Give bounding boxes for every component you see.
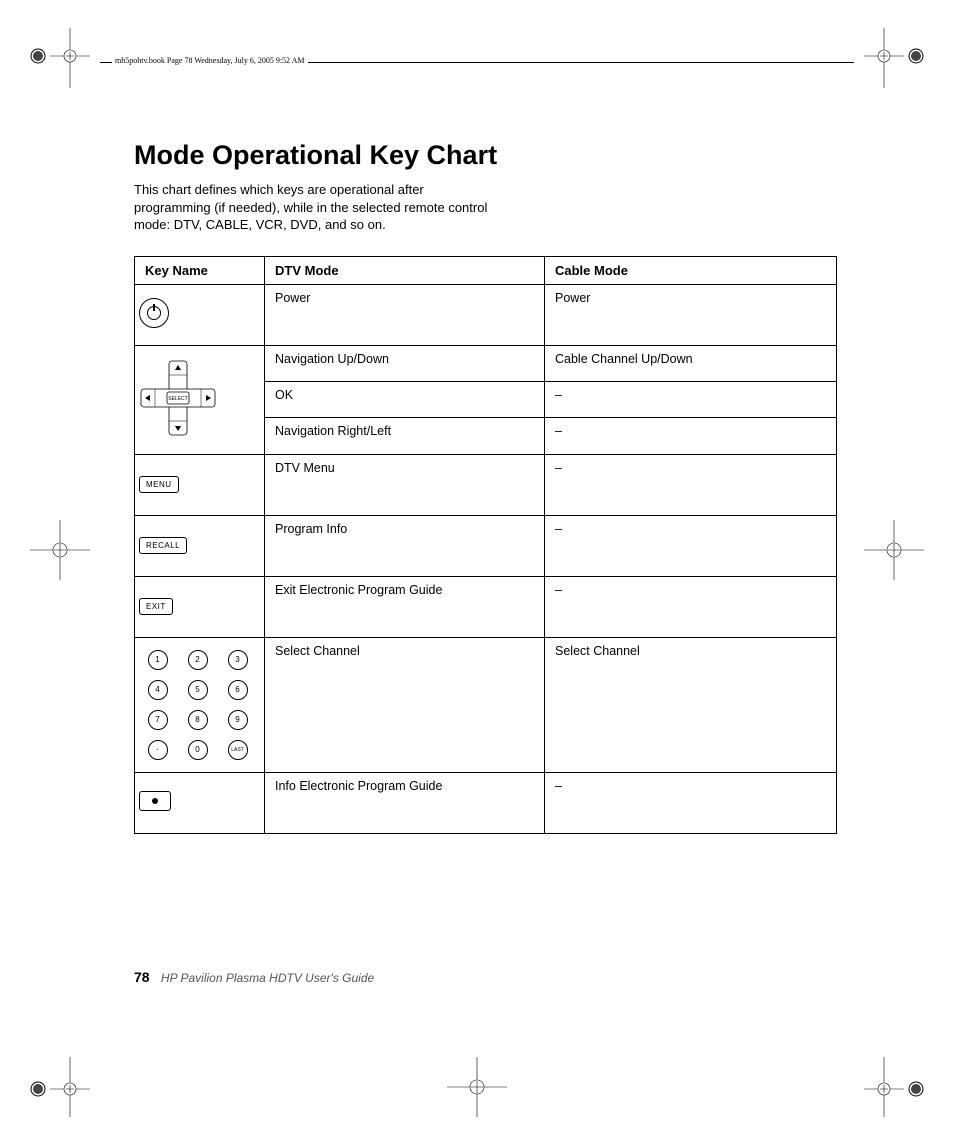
table-row: 1 2 3 4 5 6 7 8 9 · 0 LAST Select Channe… bbox=[135, 637, 837, 772]
cell-dtv: Select Channel bbox=[265, 637, 545, 772]
crop-mark-icon bbox=[30, 520, 90, 580]
keypad-key: 2 bbox=[188, 650, 208, 670]
cell-cable: – bbox=[545, 418, 837, 454]
keypad-key: 9 bbox=[228, 710, 248, 730]
keypad-key: 3 bbox=[228, 650, 248, 670]
keypad-key: 8 bbox=[188, 710, 208, 730]
table-header-row: Key Name DTV Mode Cable Mode bbox=[135, 256, 837, 284]
power-icon bbox=[139, 298, 169, 328]
table-row: Info Electronic Program Guide – bbox=[135, 772, 837, 833]
crop-mark-icon bbox=[30, 1057, 90, 1117]
crop-mark-icon bbox=[864, 520, 924, 580]
key-chart-table: Key Name DTV Mode Cable Mode Power Power… bbox=[134, 256, 837, 834]
page-title: Mode Operational Key Chart bbox=[134, 140, 854, 171]
keypad-key: 6 bbox=[228, 680, 248, 700]
cell-cable: – bbox=[545, 381, 837, 417]
cell-dtv: Navigation Up/Down bbox=[265, 345, 545, 381]
page-number: 78 bbox=[134, 969, 150, 985]
guide-title: HP Pavilion Plasma HDTV User's Guide bbox=[161, 971, 374, 985]
col-key-name: Key Name bbox=[135, 256, 265, 284]
cell-dtv: OK bbox=[265, 381, 545, 417]
header-meta-text: mh5pohtv.book Page 78 Wednesday, July 6,… bbox=[112, 56, 308, 65]
dpad-icon: SELECT bbox=[139, 359, 217, 437]
keypad-key: · bbox=[148, 740, 168, 760]
cell-dtv: Navigation Right/Left bbox=[265, 418, 545, 454]
page-footer: 78 HP Pavilion Plasma HDTV User's Guide bbox=[134, 969, 374, 985]
keypad-key: LAST bbox=[228, 740, 248, 760]
col-cable-mode: Cable Mode bbox=[545, 256, 837, 284]
cell-dtv: Program Info bbox=[265, 515, 545, 576]
cell-cable: – bbox=[545, 772, 837, 833]
keypad-key: 1 bbox=[148, 650, 168, 670]
table-row: RECALL Program Info – bbox=[135, 515, 837, 576]
record-dot-icon bbox=[139, 791, 171, 811]
crop-mark-icon bbox=[30, 28, 90, 88]
cell-cable: – bbox=[545, 576, 837, 637]
keypad-key: 0 bbox=[188, 740, 208, 760]
crop-mark-icon bbox=[864, 28, 924, 88]
col-dtv-mode: DTV Mode bbox=[265, 256, 545, 284]
cell-cable: Cable Channel Up/Down bbox=[545, 345, 837, 381]
table-row: Power Power bbox=[135, 284, 837, 345]
exit-button-icon: EXIT bbox=[139, 598, 173, 615]
cell-cable: – bbox=[545, 454, 837, 515]
crop-mark-icon bbox=[447, 1057, 507, 1117]
cell-dtv: Info Electronic Program Guide bbox=[265, 772, 545, 833]
crop-mark-icon bbox=[864, 1057, 924, 1117]
cell-dtv: DTV Menu bbox=[265, 454, 545, 515]
cell-cable: Power bbox=[545, 284, 837, 345]
table-row: EXIT Exit Electronic Program Guide – bbox=[135, 576, 837, 637]
dpad-select-label: SELECT bbox=[168, 396, 187, 402]
menu-button-icon: MENU bbox=[139, 476, 179, 493]
intro-paragraph: This chart defines which keys are operat… bbox=[134, 181, 494, 234]
keypad-key: 5 bbox=[188, 680, 208, 700]
recall-button-icon: RECALL bbox=[139, 537, 187, 554]
cell-dtv: Exit Electronic Program Guide bbox=[265, 576, 545, 637]
table-row: MENU DTV Menu – bbox=[135, 454, 837, 515]
keypad-key: 4 bbox=[148, 680, 168, 700]
cell-cable: Select Channel bbox=[545, 637, 837, 772]
numeric-keypad-icon: 1 2 3 4 5 6 7 8 9 · 0 LAST bbox=[139, 646, 260, 764]
table-row: SELECT Navigation Up/Down Cable Channel … bbox=[135, 345, 837, 381]
keypad-key: 7 bbox=[148, 710, 168, 730]
cell-cable: – bbox=[545, 515, 837, 576]
cell-dtv: Power bbox=[265, 284, 545, 345]
